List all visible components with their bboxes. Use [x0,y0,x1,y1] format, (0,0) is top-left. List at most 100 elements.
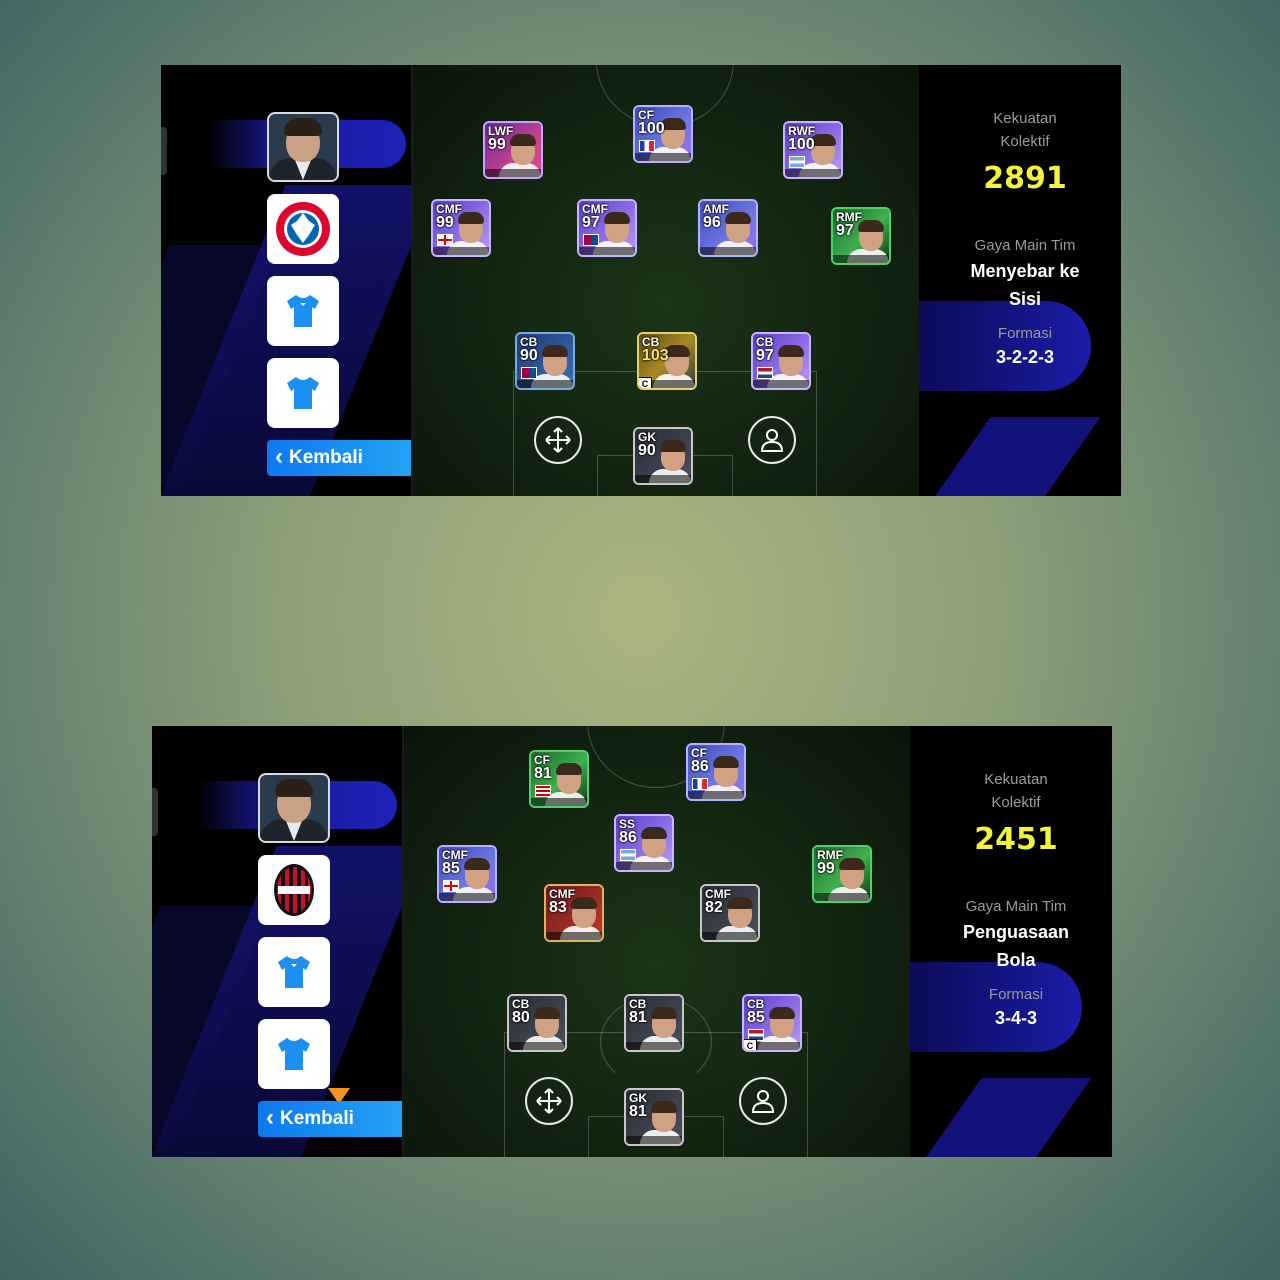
argentina-flag-icon [789,156,805,168]
squad-panel-bottom: ‹ Kembali Kekuatan Kolektif 2451 Gaya Ma… [152,726,1112,1157]
card-footer [785,169,841,177]
player-rating: 100 [638,120,665,137]
card-footer [833,255,889,263]
player-photo [510,134,536,146]
chevron-left-icon: ‹ [266,1103,274,1131]
player-card-cmf[interactable]: CMF 99 [431,199,491,257]
manager-portrait[interactable] [258,773,330,843]
decoration [918,1078,1092,1157]
card-footer [702,932,758,940]
team-stats: Kekuatan Kolektif 2451 Gaya Main Tim Pen… [910,726,1112,1157]
formation-value: 3-2-2-3 [995,347,1055,367]
back-button[interactable]: ‹ Kembali [267,440,411,476]
player-card-rmf[interactable]: RMF 97 [831,207,891,265]
style-value: Menyebar ke [970,261,1080,281]
france-flag-icon [639,140,655,152]
away-kit-button[interactable] [258,1019,330,1089]
player-card-ss[interactable]: SS 86 [614,814,674,872]
power-label-block: Kekuatan Kolektif [910,768,1112,814]
england-flag-icon [437,234,453,246]
england-flag-icon [443,880,459,892]
player-card-gk[interactable]: GK 81 [624,1088,684,1146]
formation-value: 3-4-3 [994,1008,1038,1028]
club-badge[interactable] [267,194,339,264]
player-rating: 97 [756,347,774,364]
player-rating: 100 [788,136,815,153]
power-label-2: Kolektif [1000,133,1050,150]
player-profile-icon [751,1090,775,1113]
player-card-cf[interactable]: CF 81 [529,750,589,808]
back-button[interactable]: ‹ Kembali [258,1101,402,1137]
player-card-cb[interactable]: CB 97 [751,332,811,390]
player-card-rmf[interactable]: RMF 99 [812,845,872,903]
captain-badge: C [744,1039,757,1050]
home-kit-button[interactable] [267,276,339,346]
player-photo [556,763,582,775]
player-profile-button[interactable] [739,1077,787,1125]
player-rating: 90 [520,347,538,364]
back-label: Kembali [289,447,363,468]
player-card-cb[interactable]: CB 103 C [637,332,697,390]
back-label: Kembali [280,1108,354,1129]
player-photo [660,440,686,452]
barcelona-flag-icon [521,367,537,379]
card-footer [814,893,870,901]
player-rating: 103 [642,347,669,364]
style-value-block: Menyebar ke Sisi [919,257,1121,313]
player-card-cb[interactable]: CB 90 [515,332,575,390]
edge-handle [152,788,158,836]
style-value: Penguasaan [962,922,1070,942]
player-rating: 86 [691,758,709,775]
manager-portrait[interactable] [267,112,339,182]
squad-panel-top: ‹ Kembali Kekuatan Kolektif 2891 Gaya Ma… [161,65,1121,496]
player-card-lwf[interactable]: LWF 99 [483,121,543,179]
player-profile-button[interactable] [748,416,796,464]
player-rating: 99 [488,136,506,153]
power-label: Kekuatan [993,110,1057,127]
player-card-gk[interactable]: GK 90 [633,427,693,485]
player-rating: 85 [442,860,460,877]
move-players-button[interactable] [534,416,582,464]
card-footer [626,1136,682,1144]
away-kit-button[interactable] [267,358,339,428]
home-kit-shirt-icon [278,956,310,988]
player-photo [651,1007,677,1019]
card-footer [688,791,744,799]
player-card-cmf[interactable]: CMF 82 [700,884,760,942]
style-value-2: Bola [996,950,1036,970]
player-rating: 83 [549,899,567,916]
milan-crest-icon [274,864,314,916]
barcelona-flag-icon [583,234,599,246]
player-rating: 97 [582,214,600,231]
player-photo [778,345,804,357]
player-card-rwf[interactable]: RWF 100 [783,121,843,179]
club-badge[interactable] [258,855,330,925]
player-card-cmf[interactable]: CMF 83 [544,884,604,942]
player-rating: 90 [638,442,656,459]
player-rating: 81 [629,1009,647,1026]
player-photo [542,345,568,357]
player-card-cmf[interactable]: CMF 85 [437,845,497,903]
edge-handle [161,127,167,175]
card-footer [753,380,809,388]
player-card-cb[interactable]: CB 81 [624,994,684,1052]
player-card-amf[interactable]: AMF 96 [698,199,758,257]
player-card-cb[interactable]: CB 80 [507,994,567,1052]
card-footer [531,798,587,806]
formation-label: Formasi [988,986,1044,1003]
card-footer [579,247,635,255]
player-card-cb[interactable]: CB 85 C [742,994,802,1052]
formation-label: Formasi [997,325,1053,342]
player-card-cmf[interactable]: CMF 97 [577,199,637,257]
move-players-button[interactable] [525,1077,573,1125]
home-kit-button[interactable] [258,937,330,1007]
power-value: 2891 [983,161,1067,196]
player-card-cf[interactable]: CF 86 [686,743,746,801]
player-rating: 99 [817,860,835,877]
power-label-block: Kekuatan Kolektif [919,107,1121,153]
player-rating: 85 [747,1009,765,1026]
player-rating: 82 [705,899,723,916]
player-card-cf[interactable]: CF 100 [633,105,693,163]
player-photo [769,1007,795,1019]
team-stats: Kekuatan Kolektif 2891 Gaya Main Tim Men… [919,65,1121,496]
